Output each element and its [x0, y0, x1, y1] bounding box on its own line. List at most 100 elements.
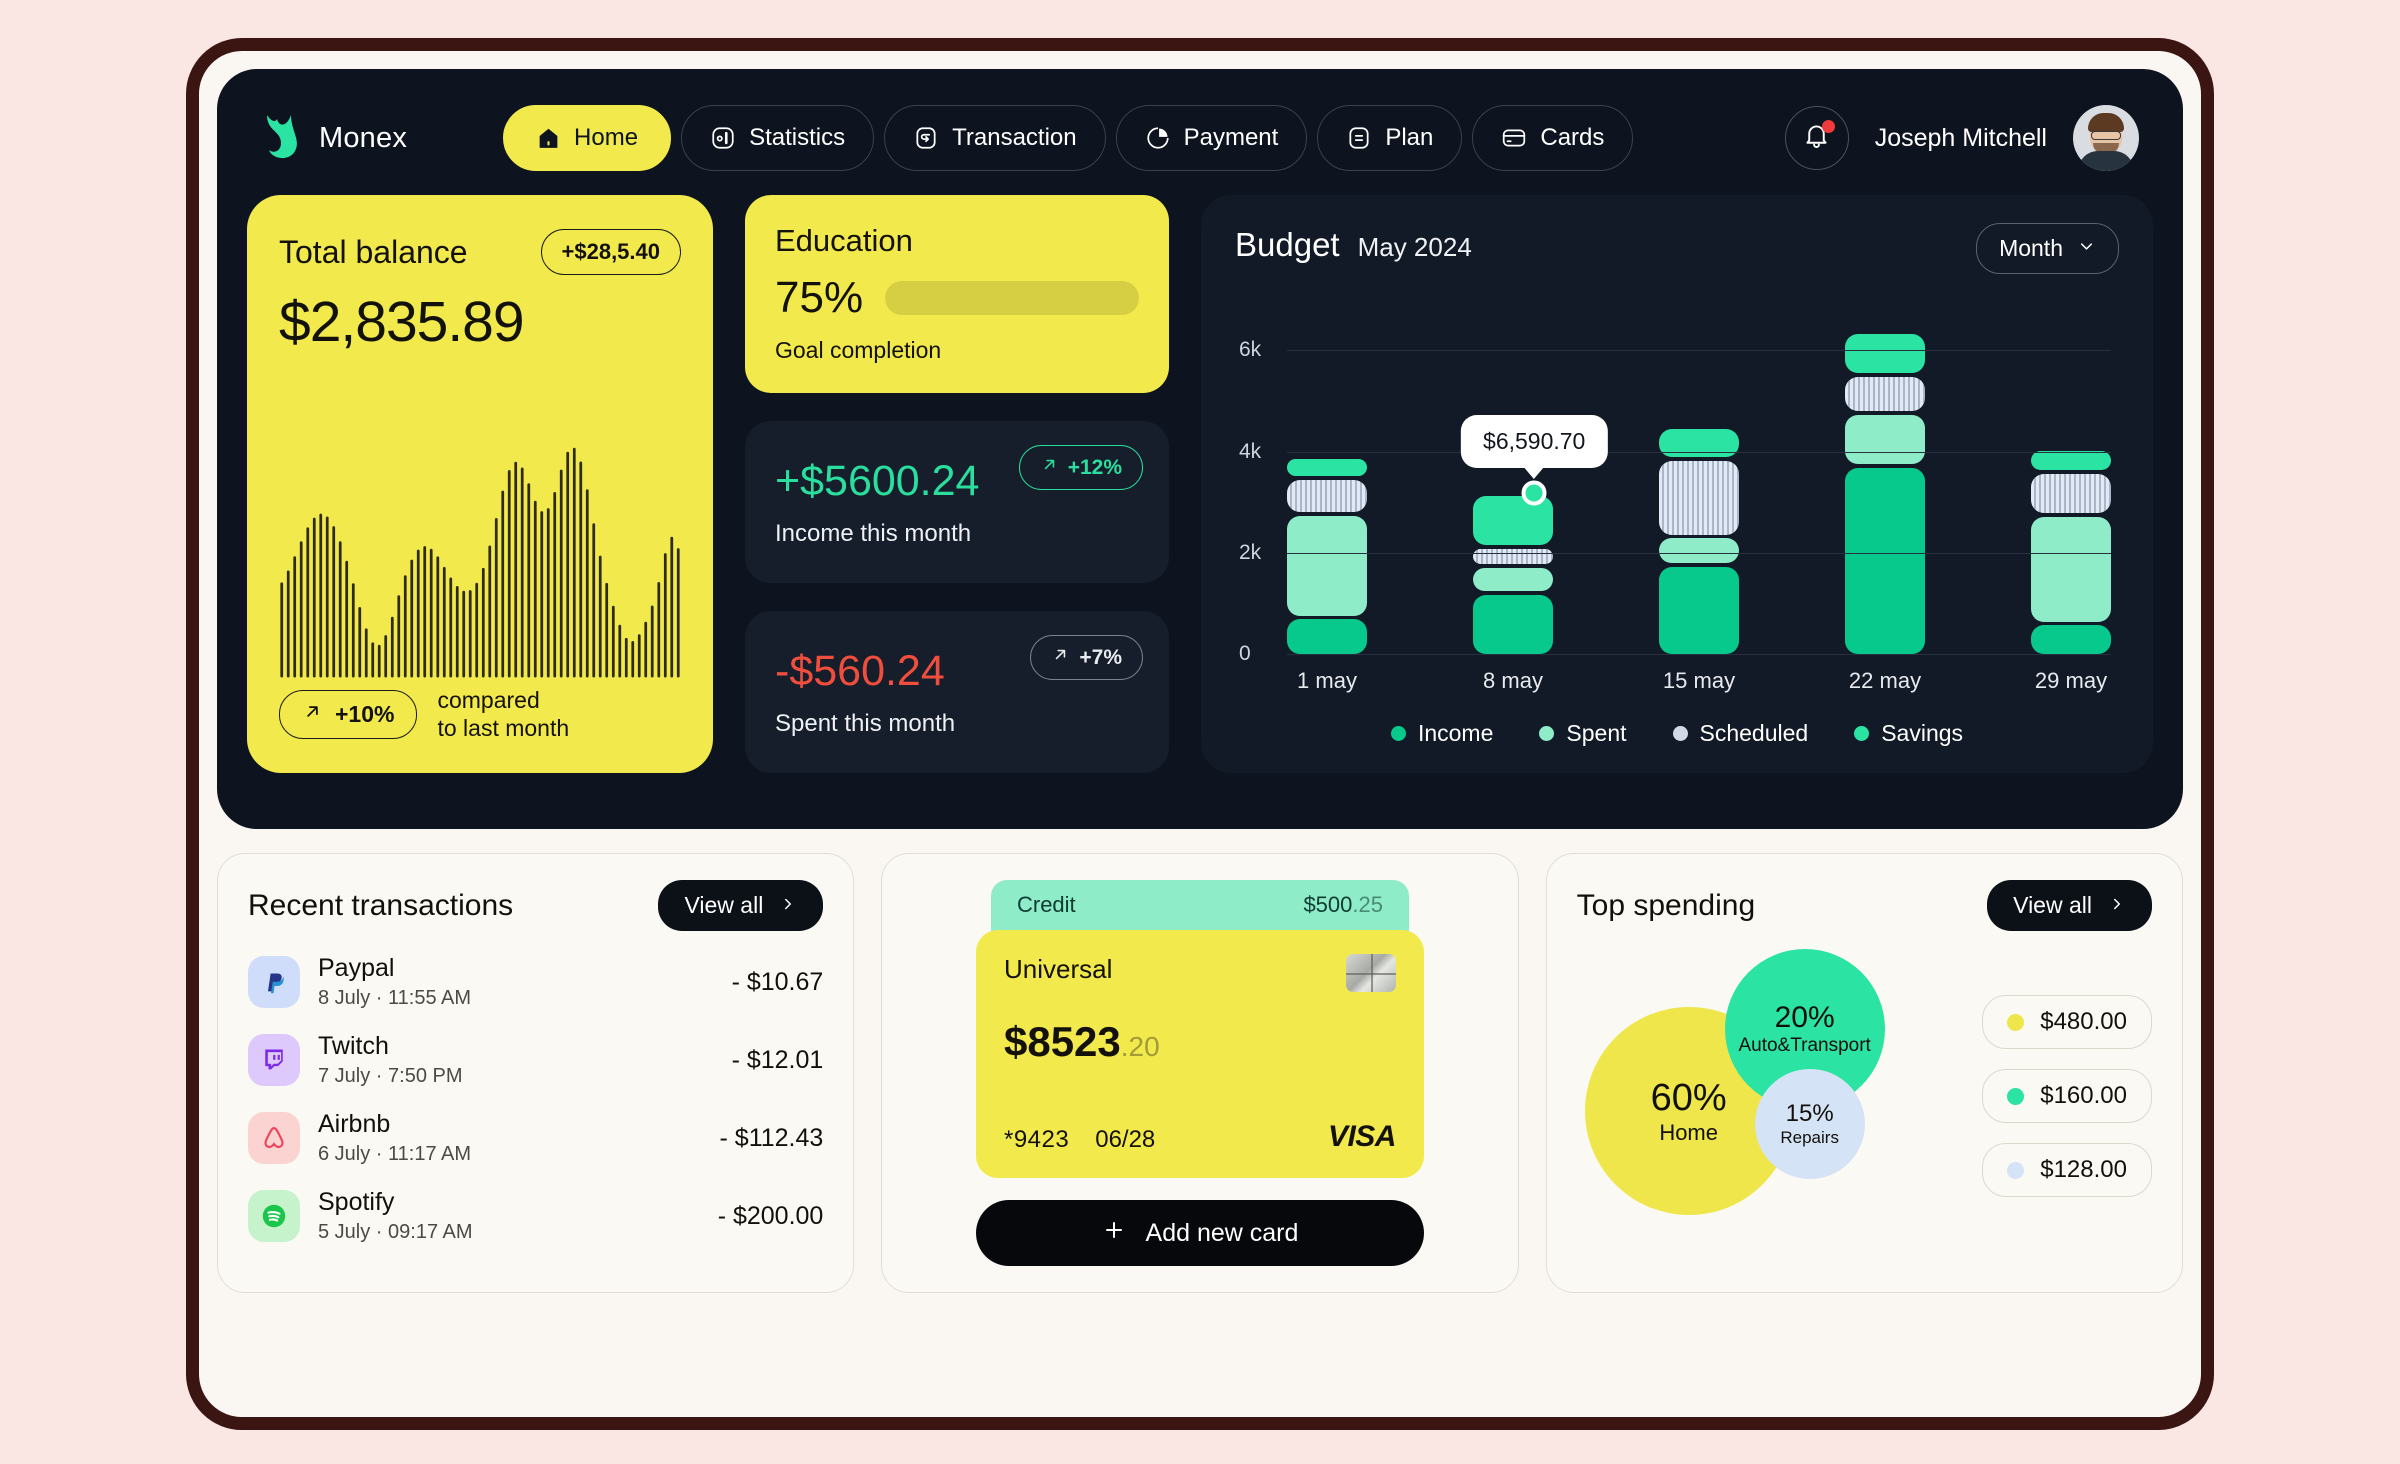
add-new-card-button[interactable]: Add new card — [975, 1200, 1424, 1266]
chart-gridline — [1287, 552, 2111, 554]
spending-amount-pill[interactable]: $160.00 — [1982, 1069, 2152, 1123]
card-panel: Credit $500.25 Universal $8523.20 *9423 … — [881, 853, 1519, 1293]
balance-compare-line2: to last month — [437, 715, 570, 742]
table-row[interactable]: Spotify 5 July · 09:17 AM - $200.00 — [248, 1177, 823, 1255]
education-subtitle: Goal completion — [775, 337, 942, 363]
tab-payment-label: Payment — [1183, 124, 1279, 151]
transaction-datetime: 5 July · 09:17 AM — [318, 1221, 473, 1243]
chevron-down-icon — [2077, 235, 2096, 262]
plan-list-icon — [1346, 125, 1372, 151]
notification-badge — [1821, 120, 1835, 133]
credit-amount-cents: .25 — [1352, 892, 1383, 917]
income-trend-badge: +12% — [1018, 445, 1143, 490]
tab-home-label: Home — [574, 124, 639, 151]
brand[interactable]: Monex — [257, 113, 407, 163]
balance-trend-badge: +10% — [279, 689, 418, 739]
chart-tooltip: $6,590.70 — [1461, 414, 1608, 468]
tab-cards[interactable]: Cards — [1472, 105, 1634, 171]
spending-amount-value: $480.00 — [2040, 1008, 2127, 1035]
top-navbar: Monex Home Statistics Transaction Paymen… — [247, 99, 2153, 177]
transaction-amount: - $200.00 — [717, 1201, 824, 1230]
transaction-name: Paypal — [318, 954, 395, 982]
budget-bars — [1287, 310, 2111, 654]
card-footer: *9423 06/28 VISA — [1004, 1120, 1397, 1154]
transaction-name: Twitch — [318, 1032, 389, 1060]
chart-bar-group[interactable] — [1845, 310, 1925, 654]
chart-segment-scheduled — [1287, 480, 1367, 512]
transaction-datetime: 6 July · 11:17 AM — [318, 1143, 472, 1165]
primary-credit-card[interactable]: Universal $8523.20 *9423 06/28 VISA — [975, 930, 1424, 1178]
table-row[interactable]: Twitch 7 July · 7:50 PM - $12.01 — [248, 1021, 823, 1099]
legend-item[interactable]: Scheduled — [1672, 720, 1808, 747]
bottom-row: Recent transactions View all Paypal 8 Jul… — [217, 853, 2183, 1293]
transaction-info: Airbnb 6 July · 11:17 AM — [318, 1110, 471, 1166]
avatar-body — [2078, 151, 2134, 171]
credit-label: Credit — [1016, 892, 1076, 917]
transaction-amount: - $10.67 — [731, 967, 824, 996]
spotify-icon — [248, 1190, 300, 1242]
tab-payment[interactable]: Payment — [1115, 105, 1308, 171]
legend-item[interactable]: Savings — [1854, 720, 1963, 747]
transaction-info: Paypal 8 July · 11:55 AM — [318, 954, 471, 1010]
chart-x-label: 22 may — [1848, 668, 1922, 693]
budget-month: May 2024 — [1357, 232, 1472, 262]
dashboard-dark-panel: Monex Home Statistics Transaction Paymen… — [217, 69, 2183, 829]
legend-label: Spent — [1566, 720, 1627, 746]
chart-y-tick: 6k — [1239, 338, 1262, 362]
chart-y-tick: 0 — [1239, 642, 1251, 665]
arrow-up-right-icon — [1040, 455, 1059, 480]
budget-legend: Income Spent Scheduled Savings — [1235, 714, 2119, 751]
cards-icon — [1501, 125, 1527, 151]
budget-chart-card: Budget May 2024 Month 0 2k 4k 6k $6,590.70 1… — [1201, 195, 2153, 773]
legend-dot — [1539, 726, 1555, 741]
top-spending-view-all-button[interactable]: View all — [1987, 880, 2152, 931]
chart-tooltip-anchor[interactable] — [1521, 480, 1547, 506]
spending-amount-pill[interactable]: $480.00 — [1982, 995, 2152, 1049]
tab-statistics[interactable]: Statistics — [681, 105, 875, 171]
income-stat-card: +12% +$5600.24 Income this month — [745, 421, 1169, 583]
chart-segment-scheduled — [2031, 473, 2111, 513]
bubble-repairs[interactable]: 15% Repairs — [1754, 1069, 1865, 1179]
statistics-icon — [710, 125, 736, 151]
balance-sparkline — [279, 373, 681, 678]
transaction-icon — [913, 125, 939, 151]
avatar-glasses — [2091, 131, 2121, 140]
recent-transactions-title: Recent transactions — [248, 888, 514, 922]
tab-plan[interactable]: Plan — [1317, 105, 1463, 171]
payment-pie-icon — [1145, 125, 1171, 151]
arrow-up-right-icon — [1051, 645, 1070, 670]
recent-transactions-view-all-button[interactable]: View all — [658, 880, 824, 931]
spending-amount-list: $480.00 $160.00 $128.00 — [1982, 995, 2152, 1197]
chart-bar-group[interactable] — [1287, 310, 1367, 654]
spending-amount-pill[interactable]: $128.00 — [1982, 1143, 2152, 1197]
budget-header: Budget May 2024 Month — [1235, 223, 2119, 274]
total-balance-card: Total balance +$28,5.40 $2,835.89 +10% c… — [247, 195, 713, 773]
spent-trend-badge: +7% — [1030, 635, 1143, 680]
chart-segment-savings — [1845, 333, 1925, 373]
chart-bar-group[interactable] — [1659, 310, 1739, 654]
bubble-home-percent: 60% — [1650, 1076, 1727, 1119]
transaction-name: Airbnb — [318, 1110, 391, 1138]
legend-item[interactable]: Spent — [1539, 720, 1627, 747]
chart-segment-savings — [1287, 458, 1367, 477]
notifications-button[interactable] — [1784, 106, 1849, 170]
transaction-info: Spotify 5 July · 09:17 AM — [318, 1188, 473, 1244]
plus-icon — [1102, 1218, 1126, 1249]
chart-segment-income — [1845, 468, 1925, 654]
table-row[interactable]: Airbnb 6 July · 11:17 AM - $112.43 — [248, 1099, 823, 1177]
chart-segment-savings — [2031, 450, 2111, 470]
nav-tabs: Home Statistics Transaction Payment Plan… — [503, 105, 1634, 171]
emv-chip-icon — [1345, 954, 1396, 992]
tab-home[interactable]: Home — [503, 105, 672, 171]
avatar-hair — [2088, 113, 2124, 132]
chart-x-label: 15 may — [1662, 668, 1736, 693]
budget-plot-area: 0 2k 4k 6k $6,590.70 — [1239, 310, 2111, 665]
avatar[interactable] — [2073, 105, 2139, 171]
education-percent: 75% — [775, 273, 864, 322]
table-row[interactable]: Paypal 8 July · 11:55 AM - $10.67 — [248, 943, 823, 1021]
chart-bar-group[interactable] — [2031, 310, 2111, 654]
tab-transaction[interactable]: Transaction — [884, 105, 1106, 171]
legend-item[interactable]: Income — [1390, 720, 1493, 747]
card-top-row: Universal — [1004, 954, 1396, 992]
budget-range-select[interactable]: Month — [1976, 223, 2119, 274]
